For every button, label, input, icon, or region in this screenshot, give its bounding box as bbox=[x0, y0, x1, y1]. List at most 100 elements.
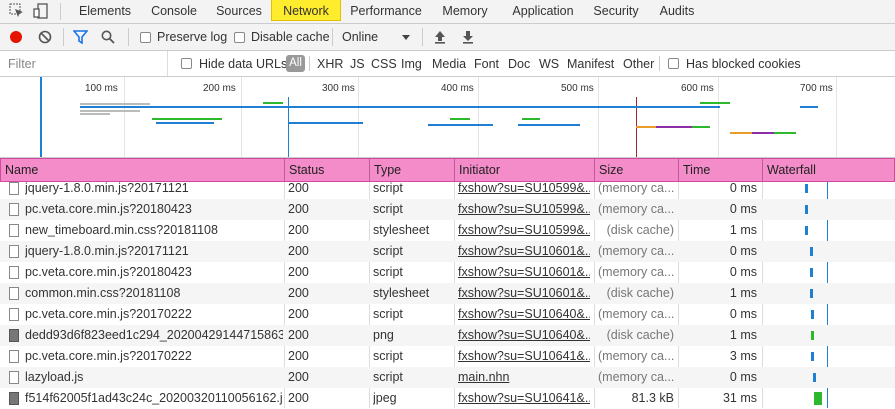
table-row[interactable]: jquery-1.8.0.min.js?20171121 200 script fxs… bbox=[0, 241, 895, 262]
request-bar bbox=[263, 102, 283, 104]
request-type: script bbox=[373, 307, 403, 321]
request-initiator[interactable]: fxshow?su=SU10640&... bbox=[458, 304, 590, 325]
search-icon[interactable] bbox=[101, 30, 115, 44]
document-file-icon bbox=[9, 266, 19, 279]
filter-input[interactable]: Filter bbox=[0, 51, 168, 76]
request-bar bbox=[450, 118, 470, 120]
request-name: jquery-1.8.0.min.js?20171121 bbox=[25, 181, 189, 195]
tab-sources[interactable]: Sources bbox=[210, 0, 268, 23]
table-row[interactable]: dedd93d6f823eed1c294_20200429144715863..… bbox=[0, 325, 895, 346]
import-har-icon[interactable] bbox=[434, 30, 446, 44]
request-size: (disk cache) bbox=[606, 328, 674, 342]
request-initiator[interactable]: fxshow?su=SU10599&... bbox=[458, 178, 590, 199]
clear-icon[interactable] bbox=[38, 30, 52, 44]
request-bar bbox=[800, 106, 818, 108]
document-file-icon bbox=[9, 308, 19, 321]
tab-memory[interactable]: Memory bbox=[434, 0, 496, 23]
tab-audits[interactable]: Audits bbox=[653, 0, 701, 23]
grid-line bbox=[358, 77, 359, 157]
request-bar bbox=[636, 126, 656, 128]
filter-type-all[interactable]: All bbox=[286, 55, 305, 72]
table-row[interactable]: jquery-1.8.0.min.js?20171121 200 script fxs… bbox=[0, 178, 895, 199]
table-row[interactable]: pc.veta.core.min.js?20180423 200 script fxs… bbox=[0, 199, 895, 220]
has-blocked-cookies-checkbox[interactable] bbox=[668, 58, 679, 69]
chevron-down-icon[interactable] bbox=[402, 35, 410, 40]
request-type: script bbox=[373, 370, 403, 384]
request-initiator[interactable]: fxshow?su=SU10640&... bbox=[458, 325, 590, 346]
document-file-icon bbox=[9, 350, 19, 363]
request-name: pc.veta.core.min.js?20170222 bbox=[25, 349, 192, 363]
filter-type-ws[interactable]: WS bbox=[539, 57, 559, 71]
waterfall-bar bbox=[811, 310, 815, 319]
filter-type-xhr[interactable]: XHR bbox=[317, 57, 343, 71]
request-initiator[interactable]: fxshow?su=SU10641&... bbox=[458, 346, 590, 367]
request-initiator[interactable]: fxshow?su=SU10601&... bbox=[458, 241, 590, 262]
filter-type-css[interactable]: CSS bbox=[371, 57, 397, 71]
filter-type-manifest[interactable]: Manifest bbox=[567, 57, 614, 71]
throttling-select[interactable]: Online bbox=[342, 30, 378, 44]
table-row[interactable]: new_timeboard.min.css?20181108 200 stylesh… bbox=[0, 220, 895, 241]
network-toolbar: Preserve log Disable cache Online bbox=[0, 24, 895, 51]
record-button[interactable] bbox=[10, 31, 22, 43]
device-toolbar-icon[interactable] bbox=[33, 3, 49, 19]
request-bar bbox=[80, 110, 140, 112]
has-blocked-cookies-label: Has blocked cookies bbox=[686, 57, 801, 71]
filter-type-js[interactable]: JS bbox=[350, 57, 365, 71]
tab-elements[interactable]: Elements bbox=[72, 0, 138, 23]
request-name: new_timeboard.min.css?20181108 bbox=[25, 223, 218, 237]
grid-line bbox=[598, 77, 599, 157]
waterfall-bar bbox=[814, 392, 822, 405]
request-initiator[interactable]: fxshow?su=SU10601&... bbox=[458, 262, 590, 283]
request-type: stylesheet bbox=[373, 286, 430, 300]
preserve-log-label: Preserve log bbox=[157, 30, 228, 44]
tab-performance[interactable]: Performance bbox=[345, 0, 427, 23]
request-time: 0 ms bbox=[729, 244, 757, 258]
table-row[interactable]: lazyload.js 200 script main.nhn (memory ca..… bbox=[0, 367, 895, 388]
table-row[interactable]: pc.veta.core.min.js?20170222 200 script fxs… bbox=[0, 304, 895, 325]
inspect-element-icon[interactable] bbox=[9, 3, 25, 19]
disable-cache-checkbox[interactable] bbox=[234, 32, 245, 43]
request-size: (memory ca... bbox=[598, 202, 674, 216]
request-time: 1 ms bbox=[729, 286, 757, 300]
table-row[interactable]: pc.veta.core.min.js?20170222 200 script fxs… bbox=[0, 346, 895, 367]
filter-icon[interactable] bbox=[73, 30, 88, 44]
request-initiator[interactable]: main.nhn bbox=[458, 367, 590, 388]
time-tick-label: 100 ms bbox=[85, 83, 118, 94]
request-time: 3 ms bbox=[729, 349, 757, 363]
request-size: (memory ca... bbox=[598, 307, 674, 321]
hide-data-urls-checkbox[interactable] bbox=[181, 58, 192, 69]
time-tick-label: 300 ms bbox=[322, 83, 355, 94]
request-status: 200 bbox=[288, 286, 309, 300]
filter-type-doc[interactable]: Doc bbox=[508, 57, 530, 71]
divider bbox=[422, 28, 423, 46]
waterfall-bar bbox=[812, 373, 816, 382]
dom-content-loaded-marker bbox=[40, 77, 42, 157]
tab-network[interactable]: Network bbox=[271, 0, 341, 21]
request-bar bbox=[730, 132, 752, 134]
request-initiator[interactable]: fxshow?su=SU10599&... bbox=[458, 199, 590, 220]
request-initiator[interactable]: fxshow?su=SU10641&... bbox=[458, 388, 590, 409]
overview-timeline[interactable]: 100 ms 200 ms 300 ms 400 ms 500 ms 600 m… bbox=[0, 77, 895, 158]
filter-type-font[interactable]: Font bbox=[474, 57, 499, 71]
request-initiator[interactable]: fxshow?su=SU10599&... bbox=[458, 220, 590, 241]
tab-console[interactable]: Console bbox=[142, 0, 206, 23]
filter-type-img[interactable]: Img bbox=[401, 57, 422, 71]
tab-security[interactable]: Security bbox=[588, 0, 644, 23]
filter-type-media[interactable]: Media bbox=[432, 57, 466, 71]
table-row[interactable]: common.min.css?20181108 200 stylesheet fxsh… bbox=[0, 283, 895, 304]
request-status: 200 bbox=[288, 307, 309, 321]
devtools-tab-bar: Elements Console Sources Network Perform… bbox=[0, 0, 895, 24]
filter-placeholder: Filter bbox=[8, 57, 36, 71]
preserve-log-checkbox[interactable] bbox=[140, 32, 151, 43]
image-file-icon bbox=[9, 392, 19, 405]
request-initiator[interactable]: fxshow?su=SU10601&... bbox=[458, 283, 590, 304]
request-bar bbox=[656, 126, 692, 128]
filter-type-other[interactable]: Other bbox=[623, 57, 654, 71]
export-har-icon[interactable] bbox=[462, 30, 474, 44]
request-size: (memory ca... bbox=[598, 265, 674, 279]
table-row[interactable]: pc.veta.core.min.js?20180423 200 script fxs… bbox=[0, 262, 895, 283]
request-time: 0 ms bbox=[729, 265, 757, 279]
table-row[interactable]: f514f62005f1ad43c24c_20200320110056162.j… bbox=[0, 388, 895, 409]
tab-application[interactable]: Application bbox=[504, 0, 582, 23]
grid-line bbox=[718, 77, 719, 157]
